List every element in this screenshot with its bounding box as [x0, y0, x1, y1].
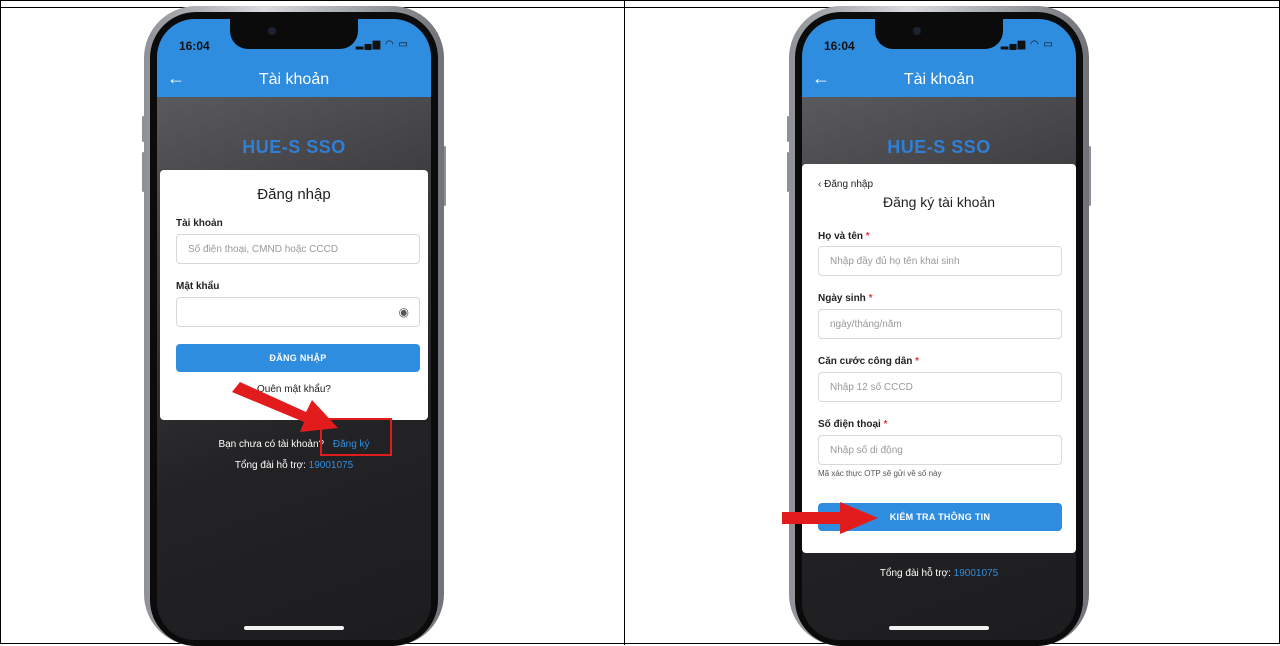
register-card-title: Đăng ký tài khoản [882, 194, 996, 210]
home-indicator [244, 626, 344, 630]
dob-placeholder: ngày/tháng/năm [830, 319, 902, 330]
phone-label: Số điện thoại * [818, 419, 887, 430]
camera-icon [268, 27, 276, 35]
hotline-label: Tổng đài hỗ trợ: [234, 460, 306, 471]
account-input[interactable]: Số điện thoại, CMND hoặc CCCD [176, 234, 420, 264]
back-link-label: Đăng nhập [824, 179, 874, 190]
app-bar: ← Tài khoản [157, 63, 431, 97]
app-title: Tài khoản [903, 71, 975, 88]
login-button[interactable]: ĐĂNG NHẬP [176, 344, 420, 372]
account-label: Tài khoản [176, 218, 223, 229]
hotline-info: Tổng đài hỗ trợ: 19001075 [802, 568, 1076, 579]
table-column-divider [624, 1, 625, 645]
status-time: 16:04 [179, 39, 210, 53]
required-mark: * [865, 231, 870, 242]
no-account-text: Bạn chưa có tài khoản? [218, 439, 325, 450]
id-placeholder: Nhập 12 số CCCD [830, 382, 913, 393]
required-mark: * [868, 293, 873, 304]
camera-icon [913, 27, 921, 35]
hotline-label: Tổng đài hỗ trợ: [879, 568, 951, 579]
dob-label: Ngày sinh * [818, 293, 872, 304]
fullname-label: Họ và tên * [818, 231, 870, 242]
app-title: Tài khoản [258, 71, 330, 88]
fullname-placeholder: Nhập đầy đủ họ tên khai sinh [830, 256, 960, 267]
login-card-title: Đăng nhập [257, 186, 331, 203]
fullname-input[interactable]: Nhập đầy đủ họ tên khai sinh [818, 246, 1062, 276]
brand-logo-text: HUE-S SSO [887, 137, 991, 157]
phone-input[interactable]: Nhập số di động [818, 435, 1062, 465]
hotline-number[interactable]: 19001075 [309, 460, 354, 471]
required-mark: * [883, 419, 888, 430]
otp-note: Mã xác thực OTP sẽ gửi về số này [818, 469, 942, 478]
brand-logo-text: HUE-S SSO [242, 137, 346, 157]
id-input[interactable]: Nhập 12 số CCCD [818, 372, 1062, 402]
phone-login-screenshot: 16:04 ▂▄▆ ◠ ▭ ← Tài khoản HUE-S SSO Đăng… [142, 6, 446, 646]
required-mark: * [915, 356, 920, 367]
status-icons: ▂▄▆ ◠ ▭ [1000, 39, 1054, 50]
dob-label-text: Ngày sinh [818, 293, 866, 304]
phone-screen: 16:04 ▂▄▆ ◠ ▭ ← Tài khoản HUE-S SSO ‹ Đă… [802, 19, 1076, 640]
status-icons: ▂▄▆ ◠ ▭ [355, 39, 409, 50]
password-label: Mật khẩu [176, 281, 220, 292]
id-label-text: Căn cước công dân [818, 356, 913, 367]
phone-screen: 16:04 ▂▄▆ ◠ ▭ ← Tài khoản HUE-S SSO Đăng… [157, 19, 431, 640]
password-input[interactable]: ◉ [176, 297, 420, 327]
fullname-label-text: Họ và tên [818, 231, 864, 242]
red-arrow-icon [232, 382, 338, 432]
dob-input[interactable]: ngày/tháng/năm [818, 309, 1062, 339]
phone-placeholder: Nhập số di động [830, 445, 903, 456]
account-placeholder: Số điện thoại, CMND hoặc CCCD [188, 244, 339, 255]
phone-label-text: Số điện thoại [818, 419, 881, 430]
register-card: ‹ Đăng nhập Đăng ký tài khoản Họ và tên … [802, 164, 1076, 553]
notch [230, 19, 358, 49]
notch [875, 19, 1003, 49]
red-arrow-icon [782, 502, 878, 534]
id-label: Căn cước công dân * [818, 356, 919, 367]
app-bar: ← Tài khoản [802, 63, 1076, 97]
home-indicator [889, 626, 989, 630]
eye-icon[interactable]: ◉ [399, 305, 409, 319]
status-time: 16:04 [824, 39, 855, 53]
back-to-login-link[interactable]: ‹ Đăng nhập [818, 179, 873, 190]
phone-register-screenshot: 16:04 ▂▄▆ ◠ ▭ ← Tài khoản HUE-S SSO ‹ Đă… [787, 6, 1091, 646]
hotline-number[interactable]: 19001075 [954, 568, 999, 579]
hotline-info: Tổng đài hỗ trợ: 19001075 [157, 460, 431, 471]
